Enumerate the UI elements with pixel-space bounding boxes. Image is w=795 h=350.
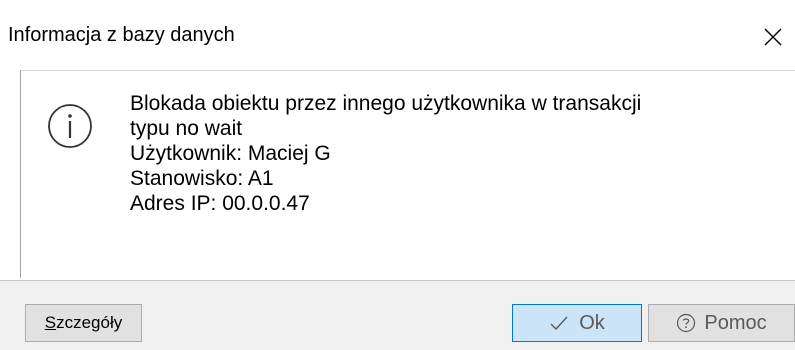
dialog-title: Informacja z bazy danych bbox=[8, 24, 235, 46]
checkmark-icon bbox=[550, 316, 568, 331]
question-circle-icon bbox=[677, 313, 696, 333]
ok-label: Ok bbox=[579, 311, 605, 334]
dialog-footer: Szczegóły Ok Pomoc bbox=[0, 281, 795, 350]
message-line: Stanowisko: A1 bbox=[130, 167, 274, 190]
message-text: Blokada obiektu przez innego użytkownika… bbox=[130, 91, 770, 216]
message-line: Adres IP: 00.0.0.47 bbox=[130, 192, 310, 215]
ok-button[interactable]: Ok bbox=[512, 304, 642, 342]
database-info-dialog: Informacja z bazy danych Blokada obiektu… bbox=[0, 0, 795, 350]
close-button[interactable] bbox=[755, 14, 789, 54]
message-line: typu no wait bbox=[130, 117, 243, 140]
details-button[interactable]: Szczegóły bbox=[25, 304, 142, 342]
message-line: Użytkownik: Maciej G bbox=[130, 142, 331, 165]
title-bar[interactable]: Informacja z bazy danych bbox=[0, 0, 795, 60]
message-line: Blokada obiektu przez innego użytkownika… bbox=[130, 92, 642, 115]
info-icon bbox=[48, 104, 92, 148]
details-mnemonic: S bbox=[44, 313, 57, 332]
help-button[interactable]: Pomoc bbox=[648, 304, 795, 342]
help-label: Pomoc bbox=[704, 311, 767, 334]
close-icon bbox=[764, 28, 782, 46]
details-label: zczegóły bbox=[56, 313, 123, 332]
